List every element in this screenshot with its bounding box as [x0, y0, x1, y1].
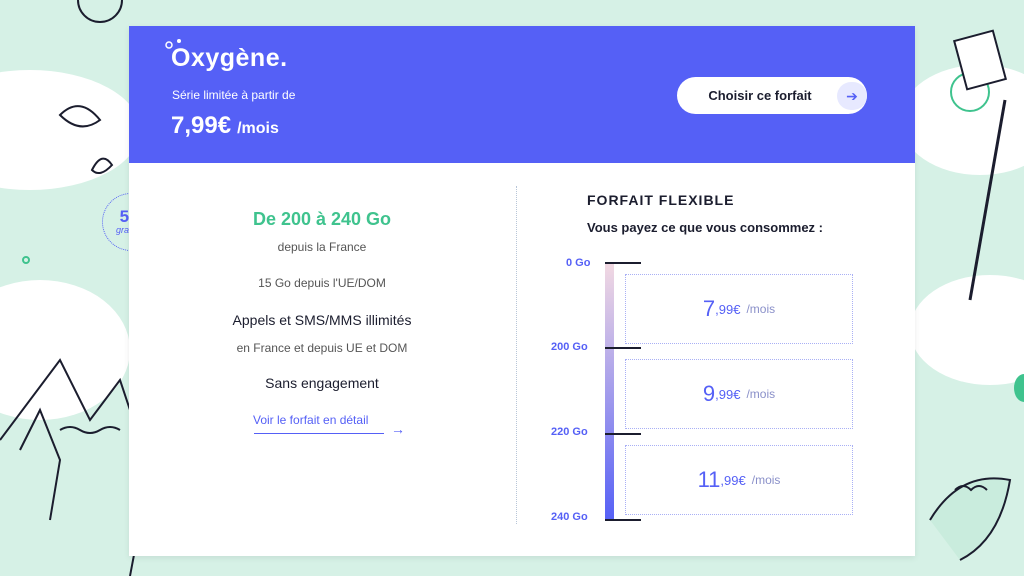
- tier-cents: ,99€: [720, 472, 746, 488]
- arrow-right-icon[interactable]: ➔: [837, 82, 867, 110]
- offer-header: Oxygène. Série limitée à partir de 7,99€…: [129, 26, 915, 163]
- choose-plan-label: Choisir ce forfait: [708, 88, 812, 103]
- level-240: 240 Go: [551, 511, 588, 523]
- level-0: 0 Go: [566, 257, 591, 269]
- plan-name: Oxygène.: [171, 44, 288, 72]
- eu-data: 15 Go depuis l'UE/DOM: [258, 276, 386, 290]
- price-tier: 9,99€ /mois: [625, 359, 853, 429]
- gauge-tick: [605, 519, 641, 521]
- level-200: 200 Go: [551, 341, 588, 353]
- gauge-tick: [605, 262, 641, 264]
- tier-cents: ,99€: [715, 386, 741, 402]
- flexible-subtitle: Vous payez ce que vous consommez :: [587, 220, 823, 235]
- link-underline: [254, 433, 384, 434]
- tier-period: /mois: [751, 473, 781, 487]
- data-amount: De 200 à 240 Go: [252, 209, 392, 229]
- plan-subtitle: Série limitée à partir de: [172, 88, 296, 102]
- commitment: Sans engagement: [265, 375, 379, 391]
- calls-origin: en France et depuis UE et DOM: [236, 341, 408, 355]
- tier-period: /mois: [746, 302, 776, 316]
- level-220: 220 Go: [551, 426, 588, 438]
- plan-price-value: 7,99€: [171, 112, 232, 139]
- flexible-title: FORFAIT FLEXIBLE: [587, 192, 735, 208]
- plan-price: 7,99€ /mois: [171, 112, 279, 140]
- plan-detail-label: Voir le forfait en détail: [253, 413, 369, 427]
- plan-price-unit: /mois: [237, 120, 279, 137]
- plan-detail-link[interactable]: Voir le forfait en détail →: [253, 413, 413, 437]
- offer-card: Oxygène. Série limitée à partir de 7,99€…: [129, 26, 915, 556]
- tier-cents: ,99€: [715, 301, 741, 317]
- gauge-tick: [605, 347, 641, 349]
- gauge-tick: [605, 433, 641, 435]
- tier-euros: 11: [697, 467, 721, 492]
- column-divider: [516, 186, 517, 524]
- arrow-right-icon: →: [391, 421, 405, 437]
- plan-features: De 200 à 240 Go depuis la France 15 Go d…: [129, 163, 515, 556]
- tier-period: /mois: [746, 387, 776, 401]
- price-tier: 7,99€ /mois: [625, 274, 853, 344]
- data-origin: depuis la France: [277, 240, 367, 254]
- calls-feature: Appels et SMS/MMS illimités: [232, 312, 412, 328]
- tier-euros: 7: [702, 296, 716, 321]
- tier-euros: 9: [702, 381, 716, 406]
- price-tier: 11,99€ /mois: [625, 445, 853, 515]
- usage-gauge: [605, 263, 614, 521]
